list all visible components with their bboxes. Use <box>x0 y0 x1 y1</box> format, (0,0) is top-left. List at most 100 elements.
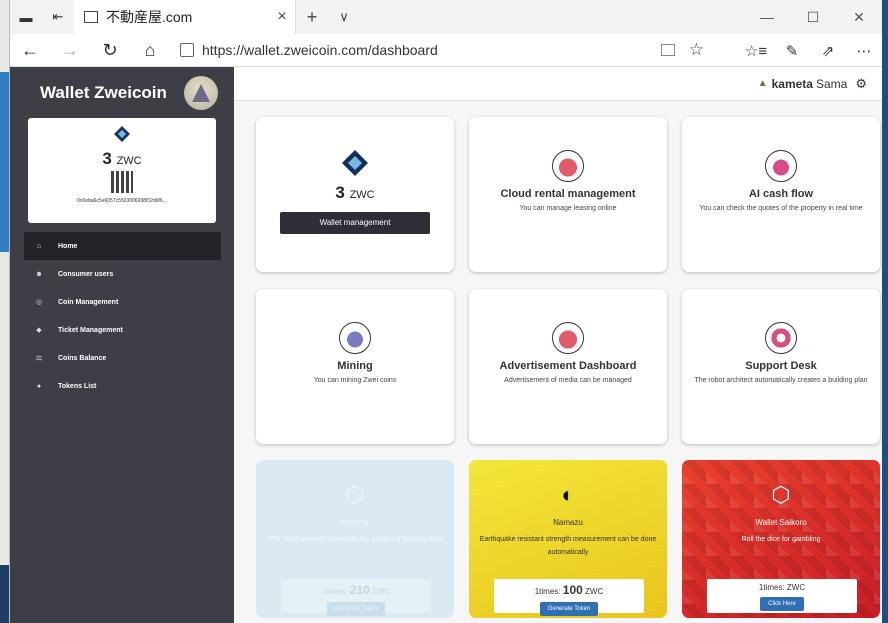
wallet-card: 3 ZWC Wallet management <box>256 117 454 272</box>
card-description: Advertisement of media can be managed <box>504 377 632 384</box>
wallet-address: 0x0eba6c5e6057c5503006938f32d6f6... <box>77 198 167 204</box>
price-unit: ZWC <box>372 587 391 596</box>
cash-flow-icon <box>765 150 797 182</box>
sidebar-title: Wallet Zweicoin <box>40 83 167 102</box>
card-title: Cloud rental management <box>500 188 636 200</box>
promo-price-box: 1times: ZWC Click Here <box>707 579 857 613</box>
sidebar-item-home[interactable]: ⌂ Home <box>24 232 221 260</box>
browser-toolbar: ☆≡ ✎ ⇗ ⋯ <box>738 34 882 67</box>
price-value: 100 <box>562 583 583 597</box>
namazu-promo-card[interactable]: ◐ Namazu Earthquake resistant strength m… <box>469 460 667 618</box>
url-text[interactable]: https://wallet.zweicoin.com/dashboard <box>202 42 661 58</box>
refresh-button[interactable]: ↻ <box>90 34 130 67</box>
tab-list-button[interactable]: ∨ <box>328 0 360 34</box>
sidebar-wallet-card: 3 ZWC 0x0eba6c5e6057c5503006938f32d6f6..… <box>28 118 216 223</box>
users-icon: ☻ <box>35 270 43 278</box>
browser-window: ▬ ⇤ 不動産屋.com × + ∨ — ☐ ✕ ← → ↻ ⌂ https:/… <box>9 0 882 623</box>
minimize-button[interactable]: — <box>744 0 790 34</box>
card-title: Mining <box>337 360 373 372</box>
lock-icon <box>180 43 194 57</box>
advertisement-icon <box>552 322 584 354</box>
namazu-icon: ◐ <box>561 482 575 507</box>
close-window-button[interactable]: ✕ <box>836 0 882 34</box>
title-bar: ▬ ⇤ 不動産屋.com × + ∨ — ☐ ✕ <box>10 0 882 34</box>
gear-icon <box>765 322 797 354</box>
token-icon: ● <box>36 382 42 390</box>
sidebar-item-consumer-users[interactable]: ☻ Consumer users <box>24 260 221 288</box>
ticket-icon: ◆ <box>36 327 42 334</box>
back-button[interactable]: ← <box>10 34 50 67</box>
promo-description: The robot architect automatically create… <box>268 536 442 543</box>
user-suffix: Sama <box>815 76 848 91</box>
sidebar-header: Wallet Zweicoin <box>10 67 234 119</box>
avatar[interactable] <box>184 76 218 110</box>
wallet-management-button[interactable]: Wallet management <box>280 212 430 234</box>
more-icon[interactable]: ⋯ <box>846 34 882 67</box>
wallet-amount-unit: ZWC <box>116 155 142 167</box>
promo-price-box: 1times: 100 ZWC Generate Token <box>494 579 644 616</box>
card-title: Advertisement Dashboard <box>499 360 637 372</box>
settings-gear-icon[interactable]: ⚙ <box>855 76 867 92</box>
advertisement-card[interactable]: Advertisement Dashboard Advertisement of… <box>469 289 667 444</box>
card-description: The robot architect automatically create… <box>694 377 868 384</box>
address-bar: ← → ↻ ⌂ https://wallet.zweicoin.com/dash… <box>10 34 882 67</box>
tab-preview-icon[interactable]: ⇤ <box>42 0 74 34</box>
promo-title: Adnomi <box>341 518 369 527</box>
desktop-blue-panel <box>0 72 9 252</box>
promo-price-box: 1times: 210 ZWC Generate Token <box>281 579 431 616</box>
wallet-amount: 3 ZWC <box>28 149 216 169</box>
home-button[interactable]: ⌂ <box>130 34 170 67</box>
wallet-saikoro-promo-card[interactable]: ⬡ Wallet Saikoro Roll the dice for gambl… <box>682 460 880 618</box>
user-name[interactable]: kameta <box>772 77 813 91</box>
desktop-dark-panel <box>0 565 9 623</box>
forward-button[interactable]: → <box>50 34 90 67</box>
support-desk-card[interactable]: Support Desk The robot architect automat… <box>682 289 880 444</box>
wallet-balance-value: 3 <box>335 183 345 202</box>
maximize-button[interactable]: ☐ <box>790 0 836 34</box>
sidebar-menu: ⌂ Home ☻ Consumer users ◎ Coin Managemen… <box>24 232 221 400</box>
click-here-button[interactable]: Click Here <box>760 597 804 611</box>
user-avatar-icon: ▲ <box>757 78 768 89</box>
web-page: Wallet Zweicoin 3 ZWC 0x0eba6c5e6057c550… <box>10 67 882 623</box>
favorites-icon[interactable]: ☆≡ <box>738 34 774 67</box>
card-description: You can check the quotes of the property… <box>699 205 863 212</box>
new-tab-button[interactable]: + <box>296 0 328 34</box>
reading-view-icon[interactable] <box>660 44 675 56</box>
card-description: You can mining Zwei coins <box>313 377 397 384</box>
tab-actions-icon[interactable]: ▬ <box>10 0 42 34</box>
card-description: You can manage leasing online <box>519 205 617 212</box>
price-value: 210 <box>349 583 370 597</box>
generate-token-button[interactable]: Generate Token <box>326 602 386 616</box>
card-title: Support Desk <box>745 360 817 372</box>
generate-token-button[interactable]: Generate Token <box>539 602 599 616</box>
promo-description: Roll the dice for gambling <box>741 536 821 543</box>
wallet-amount-value: 3 <box>102 149 112 168</box>
window-controls: — ☐ ✕ <box>744 0 882 34</box>
promo-price: 1times: 100 ZWC <box>494 583 644 597</box>
sidebar-item-label: Ticket Management <box>58 326 123 334</box>
sidebar-item-label: Tokens List <box>58 382 97 390</box>
sidebar-item-tokens-list[interactable]: ● Tokens List <box>24 372 221 400</box>
share-icon[interactable]: ⇗ <box>810 34 846 67</box>
mining-card[interactable]: Mining You can mining Zwei coins <box>256 289 454 444</box>
sidebar-item-label: Coin Management <box>58 298 119 306</box>
sidebar-item-coins-balance[interactable]: ⚖ Coins Balance <box>24 344 221 372</box>
sidebar-item-ticket-management[interactable]: ◆ Ticket Management <box>24 316 221 344</box>
tab-close-button[interactable]: × <box>269 8 295 26</box>
sidebar-item-label: Coins Balance <box>58 354 107 362</box>
cloud-rental-card[interactable]: Cloud rental management You can manage l… <box>469 117 667 272</box>
wallet-balance-unit: ZWC <box>349 189 375 201</box>
browser-tab[interactable]: 不動産屋.com × <box>74 0 296 34</box>
price-unit: ZWC <box>585 587 604 596</box>
ai-cash-flow-card[interactable]: AI cash flow You can check the quotes of… <box>682 117 880 272</box>
adnomi-promo-card[interactable]: ⬡ Adnomi The robot architect automatical… <box>256 460 454 618</box>
sidebar: Wallet Zweicoin 3 ZWC 0x0eba6c5e6057c550… <box>10 67 234 623</box>
promo-title: Wallet Saikoro <box>755 518 807 527</box>
url-field[interactable]: https://wallet.zweicoin.com/dashboard ☆ <box>170 34 704 67</box>
home-icon: ⌂ <box>36 242 42 250</box>
desktop-left-strip <box>0 0 9 623</box>
notes-icon[interactable]: ✎ <box>774 34 810 67</box>
favorite-star-icon[interactable]: ☆ <box>689 40 704 60</box>
promo-price: 1times: 210 ZWC <box>281 583 431 597</box>
sidebar-item-coin-management[interactable]: ◎ Coin Management <box>24 288 221 316</box>
